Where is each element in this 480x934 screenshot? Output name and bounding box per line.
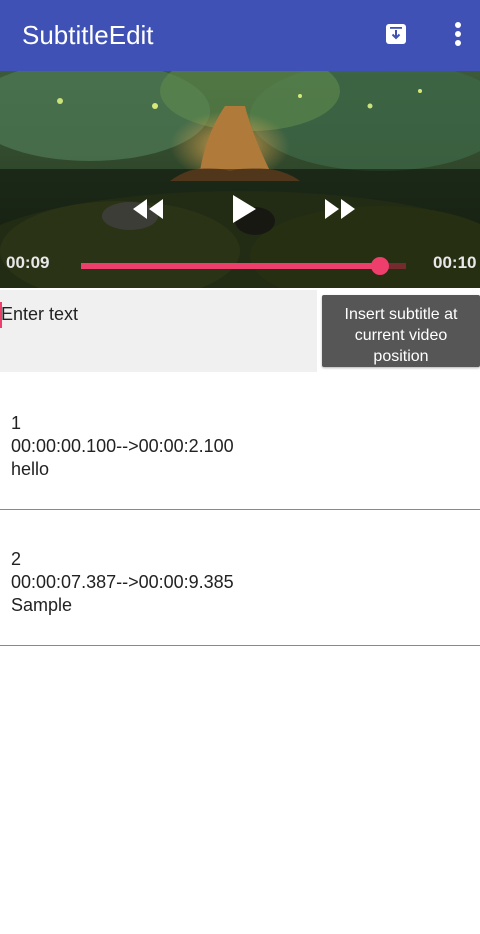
subtitle-text: hello bbox=[11, 459, 50, 479]
play-button[interactable] bbox=[222, 189, 266, 229]
insert-subtitle-button[interactable]: Insert subtitle at current video positio… bbox=[322, 295, 480, 367]
subtitle-list: 1 00:00:00.100-->00:00:2.100 hello 2 00:… bbox=[0, 374, 480, 646]
subtitle-text-input[interactable] bbox=[0, 290, 317, 372]
text-cursor bbox=[0, 302, 2, 328]
video-player[interactable]: 00:09 00:10 bbox=[0, 71, 480, 288]
total-time: 00:10 bbox=[433, 253, 477, 272]
subtitle-index: 2 bbox=[11, 549, 22, 569]
rewind-icon bbox=[133, 199, 163, 219]
subtitle-timing: 00:00:00.100-->00:00:2.100 bbox=[11, 436, 234, 456]
play-icon bbox=[233, 195, 256, 223]
fast-forward-button[interactable] bbox=[318, 191, 362, 227]
more-vert-icon bbox=[455, 22, 461, 46]
save-download-icon bbox=[386, 24, 406, 44]
subtitle-item[interactable]: 2 00:00:07.387-->00:00:9.385 Sample bbox=[0, 510, 480, 646]
current-time: 00:09 bbox=[6, 253, 50, 272]
save-button[interactable] bbox=[378, 16, 414, 52]
more-options-button[interactable] bbox=[440, 14, 476, 54]
seek-progress bbox=[81, 263, 380, 269]
seek-thumb[interactable] bbox=[371, 257, 389, 275]
app-bar: SubtitleEdit bbox=[0, 0, 480, 71]
subtitle-item[interactable]: 1 00:00:00.100-->00:00:2.100 hello bbox=[0, 374, 480, 510]
subtitle-timing: 00:00:07.387-->00:00:9.385 bbox=[11, 572, 234, 592]
subtitle-index: 1 bbox=[11, 413, 22, 433]
app-title: SubtitleEdit bbox=[22, 20, 154, 50]
seek-bar[interactable] bbox=[81, 257, 406, 275]
subtitle-text: Sample bbox=[11, 595, 73, 615]
fast-forward-icon bbox=[325, 199, 355, 219]
rewind-button[interactable] bbox=[126, 191, 170, 227]
